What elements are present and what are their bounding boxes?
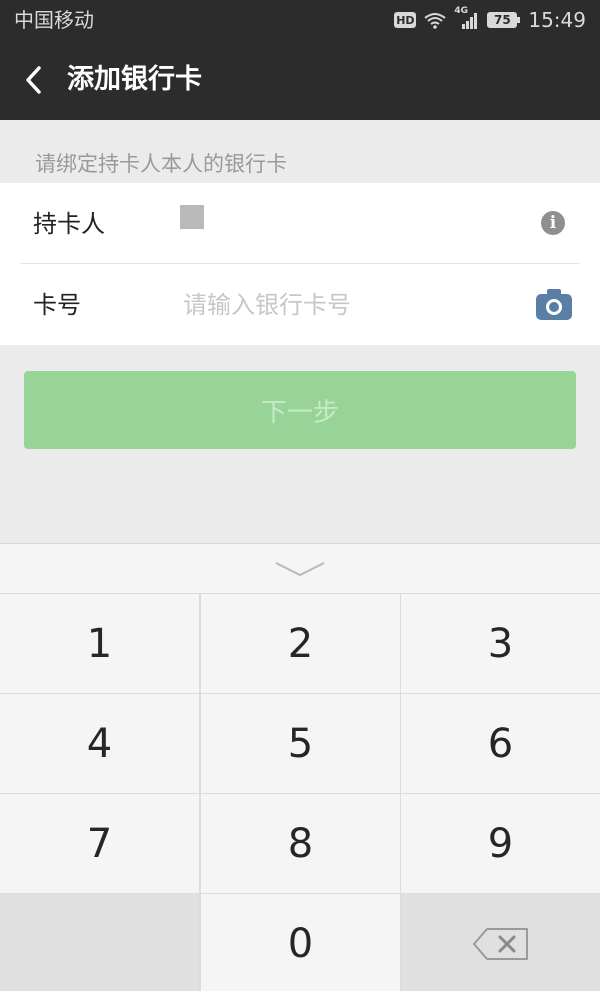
signal-icon (462, 13, 478, 29)
key-blank (0, 894, 199, 991)
key-3[interactable]: 3 (401, 594, 600, 693)
chevron-down-icon (275, 562, 325, 577)
key-1[interactable]: 1 (0, 594, 199, 693)
wifi-icon (424, 13, 446, 29)
info-icon[interactable]: i (541, 211, 565, 235)
hd-badge: HD (394, 12, 417, 28)
card-form: 持卡人 i 卡号 (0, 183, 600, 345)
key-7[interactable]: 7 (0, 794, 199, 893)
camera-icon[interactable] (534, 284, 574, 324)
battery-icon: 75 (487, 12, 521, 28)
numeric-keyboard: 1 2 3 4 5 6 7 8 9 0 (0, 543, 600, 991)
status-bar: 中国移动 HD 4G 75 15:49 (0, 0, 600, 40)
back-button[interactable] (14, 56, 58, 104)
card-number-row: 卡号 (0, 264, 600, 344)
key-9[interactable]: 9 (401, 794, 600, 893)
title-bar: 添加银行卡 (0, 40, 600, 120)
key-5[interactable]: 5 (201, 694, 400, 793)
key-2[interactable]: 2 (201, 594, 400, 693)
key-4[interactable]: 4 (0, 694, 199, 793)
carrier-label: 中国移动 (14, 8, 94, 32)
key-6[interactable]: 6 (401, 694, 600, 793)
bind-hint-text: 请绑定持卡人本人的银行卡 (35, 152, 287, 176)
card-number-label: 卡号 (33, 291, 81, 319)
masked-holder-name (180, 205, 204, 229)
key-0[interactable]: 0 (201, 894, 400, 991)
signal-indicator: 4G (454, 6, 480, 30)
chevron-left-icon (26, 66, 41, 94)
holder-label: 持卡人 (33, 210, 105, 238)
holder-row: 持卡人 i (0, 183, 600, 263)
card-number-input[interactable] (183, 284, 513, 326)
keyboard-collapse-handle[interactable] (0, 543, 600, 593)
status-indicators: HD 4G 75 15:49 (394, 6, 586, 33)
backspace-icon (472, 927, 528, 960)
add-bank-card-screen: 中国移动 HD 4G 75 15:49 添加银行卡 请绑定持卡人本人的银行卡 持… (0, 0, 600, 991)
next-step-button[interactable]: 下一步 (24, 371, 576, 449)
page-title: 添加银行卡 (67, 64, 202, 95)
key-8[interactable]: 8 (201, 794, 400, 893)
clock: 15:49 (528, 8, 586, 32)
delete-key[interactable] (401, 894, 600, 991)
